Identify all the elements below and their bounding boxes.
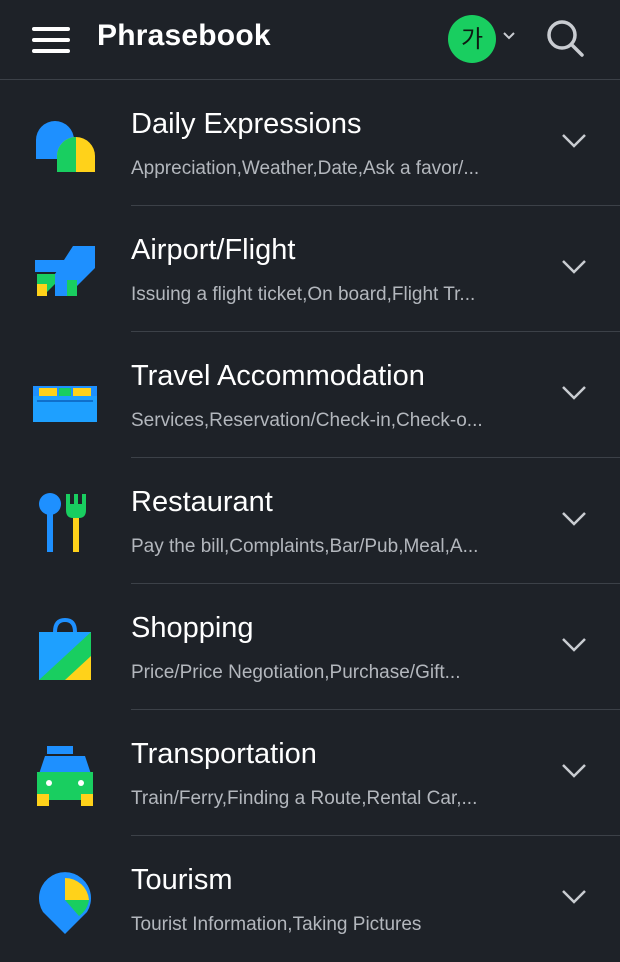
category-subtitle: Appreciation,Weather,Date,Ask a favor/..… xyxy=(131,158,480,179)
category-title: Airport/Flight xyxy=(131,234,296,266)
category-row-shopping[interactable]: Shopping Price/Price Negotiation,Purchas… xyxy=(0,584,620,710)
taxi-icon xyxy=(37,746,93,806)
category-row-restaurant[interactable]: Restaurant Pay the bill,Complaints,Bar/P… xyxy=(0,458,620,584)
page-title: Phrasebook xyxy=(97,19,271,52)
spoon-fork-icon xyxy=(39,493,86,552)
category-row-tourism[interactable]: Tourism Tourist Information,Taking Pictu… xyxy=(0,836,620,962)
language-badge: 가 xyxy=(448,15,496,63)
category-subtitle: Price/Price Negotiation,Purchase/Gift... xyxy=(131,662,461,683)
category-title: Shopping xyxy=(131,612,254,644)
app-bar: Phrasebook 가 xyxy=(0,0,620,80)
hamburger-menu-icon[interactable] xyxy=(30,22,74,58)
category-title: Transportation xyxy=(131,738,317,770)
chevron-down-icon xyxy=(562,260,586,274)
category-row-travel-accommodation[interactable]: Travel Accommodation Services,Reservatio… xyxy=(0,332,620,458)
chevron-down-icon xyxy=(562,764,586,778)
airplane-icon xyxy=(35,246,95,296)
category-row-airport-flight[interactable]: Airport/Flight Issuing a flight ticket,O… xyxy=(0,206,620,332)
category-row-daily-expressions[interactable]: Daily Expressions Appreciation,Weather,D… xyxy=(0,80,620,206)
map-pin-icon xyxy=(39,872,91,934)
category-subtitle: Tourist Information,Taking Pictures xyxy=(131,914,422,935)
bed-icon xyxy=(33,386,97,422)
chevron-down-icon xyxy=(562,890,586,904)
category-title: Tourism xyxy=(131,864,233,896)
category-subtitle: Issuing a flight ticket,On board,Flight … xyxy=(131,284,476,305)
speech-bubbles-icon xyxy=(36,121,95,172)
chevron-down-icon xyxy=(562,638,586,652)
shopping-bag-icon xyxy=(39,618,91,680)
category-list: Daily Expressions Appreciation,Weather,D… xyxy=(0,80,620,962)
chevron-down-icon xyxy=(562,386,586,400)
category-title: Travel Accommodation xyxy=(131,360,425,392)
category-subtitle: Train/Ferry,Finding a Route,Rental Car,.… xyxy=(131,788,478,809)
category-subtitle: Services,Reservation/Check-in,Check-o... xyxy=(131,410,483,431)
category-row-transportation[interactable]: Transportation Train/Ferry,Finding a Rou… xyxy=(0,710,620,836)
category-title: Daily Expressions xyxy=(131,108,362,140)
category-title: Restaurant xyxy=(131,486,273,518)
language-selector-button[interactable]: 가 xyxy=(448,15,522,63)
chevron-down-icon xyxy=(562,512,586,526)
chevron-down-icon xyxy=(562,134,586,148)
search-icon[interactable] xyxy=(544,17,586,59)
category-subtitle: Pay the bill,Complaints,Bar/Pub,Meal,A..… xyxy=(131,536,479,557)
chevron-down-icon xyxy=(503,32,515,40)
